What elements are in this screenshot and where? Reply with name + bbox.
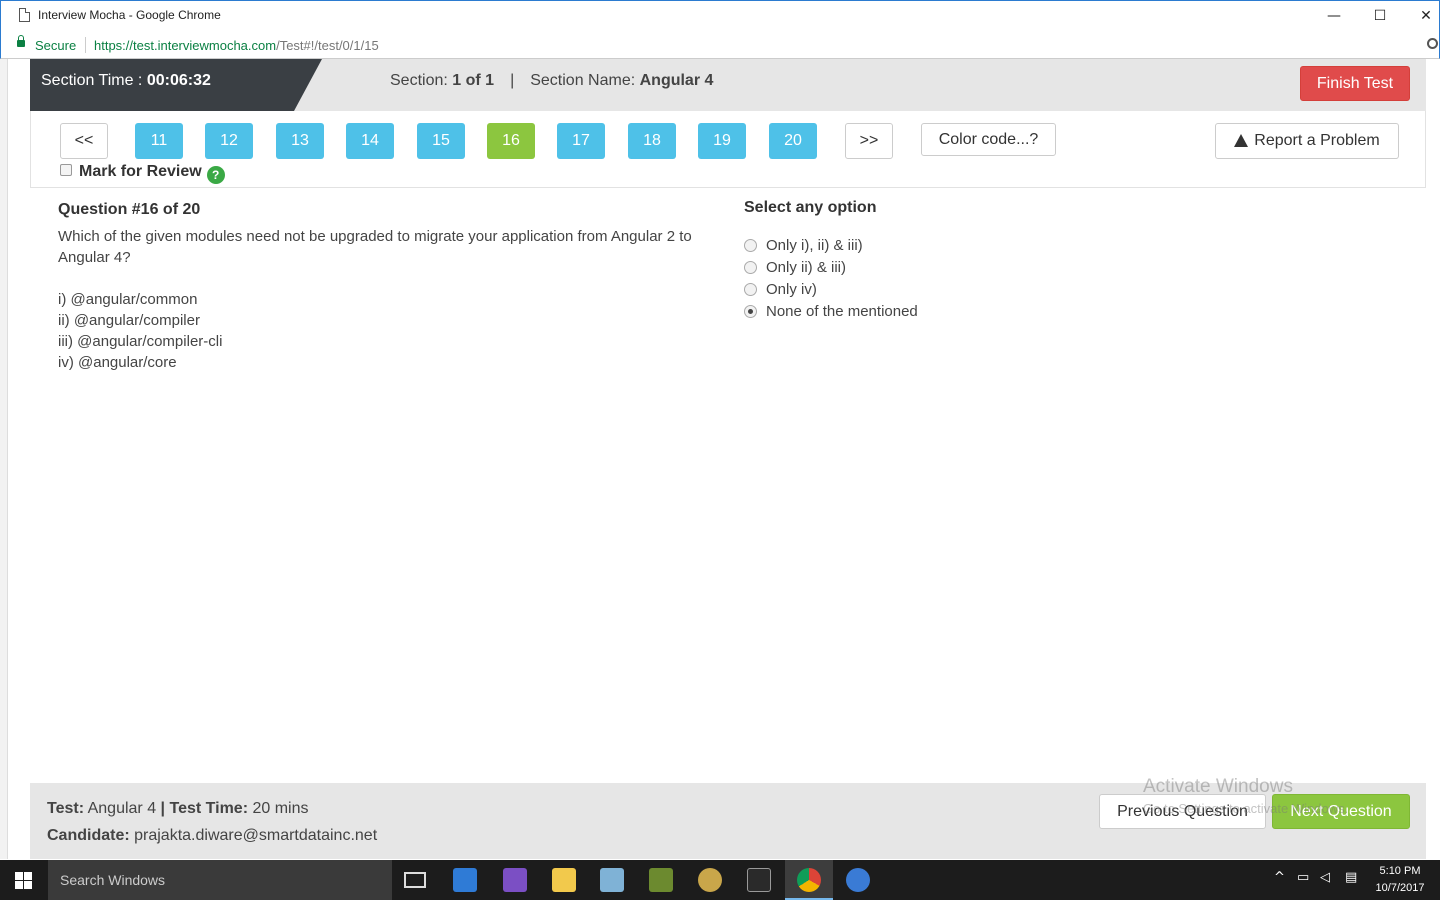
- network-icon[interactable]: ▭: [1297, 870, 1309, 885]
- question-nav-button[interactable]: 14: [346, 123, 394, 159]
- question-item: iii) @angular/compiler-cli: [58, 333, 223, 350]
- section-time-value: 00:06:32: [146, 72, 211, 89]
- help-icon[interactable]: ?: [206, 166, 225, 184]
- minimize-button[interactable]: —: [1319, 5, 1349, 27]
- option-label[interactable]: Only i), ii) & iii): [766, 237, 863, 254]
- file-explorer-icon[interactable]: [552, 868, 576, 892]
- secure-label[interactable]: Secure: [35, 38, 76, 53]
- page-icon: [19, 8, 30, 22]
- question-nav-button[interactable]: 18: [628, 123, 676, 159]
- question-text: Which of the given modules need not be u…: [58, 228, 692, 266]
- section-info: Section: 1 of 1 | Section Name: Angular 4: [390, 72, 713, 90]
- answer-option[interactable]: Only ii) & iii): [744, 256, 1144, 278]
- watermark-subtitle: Go to Settings to activate Windows.: [1143, 801, 1349, 816]
- clock-time: 5:10 PM: [1379, 865, 1421, 877]
- left-strip: [0, 59, 8, 859]
- option-radio-selected[interactable]: [744, 304, 757, 318]
- notepad-icon[interactable]: [600, 868, 624, 892]
- option-label[interactable]: Only ii) & iii): [766, 259, 846, 276]
- option-radio[interactable]: [744, 238, 757, 252]
- question-nav-button[interactable]: 17: [557, 123, 605, 159]
- option-label[interactable]: None of the mentioned: [766, 303, 918, 320]
- lock-icon: [17, 35, 25, 47]
- section-label: Section:: [390, 72, 453, 89]
- visual-studio-icon[interactable]: [503, 868, 527, 892]
- separator: |: [510, 72, 515, 89]
- section-time-label: Section Time :: [41, 72, 147, 89]
- windows-start-icon[interactable]: [15, 872, 32, 889]
- taskbar-search[interactable]: Search Windows: [48, 860, 392, 900]
- url-path: /Test#!/test/0/1/15: [276, 38, 379, 53]
- notifications-icon[interactable]: ▤: [1345, 870, 1357, 885]
- test-label: Test:: [47, 800, 85, 817]
- window-title: Interview Mocha - Google Chrome: [38, 8, 221, 22]
- report-problem-label: Report a Problem: [1254, 132, 1380, 149]
- report-problem-button[interactable]: Report a Problem: [1215, 123, 1399, 170]
- question-item: ii) @angular/compiler: [58, 312, 200, 329]
- activate-windows-watermark: Activate Windows Go to Settings to activ…: [1143, 776, 1348, 820]
- mark-for-review[interactable]: Mark for Review?: [60, 163, 225, 184]
- address-separator: [85, 37, 86, 53]
- option-label[interactable]: Only iv): [766, 281, 817, 298]
- chrome-icon[interactable]: [797, 868, 821, 892]
- tools-icon[interactable]: [649, 868, 673, 892]
- taskbar-search-placeholder[interactable]: Search Windows: [60, 872, 165, 888]
- answer-option[interactable]: Only i), ii) & iii): [744, 234, 1144, 256]
- question-item: iv) @angular/core: [58, 354, 177, 371]
- question-panel: Question #16 of 20 Which of the given mo…: [58, 199, 718, 373]
- answer-option[interactable]: Only iv): [744, 278, 1144, 300]
- maximize-button[interactable]: ☐: [1365, 5, 1395, 27]
- url-host: https://test.interviewmocha.com: [94, 38, 277, 53]
- close-button[interactable]: ✕: [1411, 5, 1440, 27]
- question-nav-button[interactable]: 19: [698, 123, 746, 159]
- footer-info: Test: Angular 4 | Test Time: 20 mins Can…: [47, 795, 377, 849]
- warning-icon: [1234, 134, 1249, 170]
- address-bar[interactable]: Secure https://test.interviewmocha.com/T…: [0, 31, 1440, 59]
- app-icon[interactable]: [846, 868, 870, 892]
- section-name-value: Angular 4: [639, 72, 714, 89]
- url-field[interactable]: https://test.interviewmocha.com/Test#!/t…: [94, 38, 379, 53]
- vscode-icon[interactable]: [453, 868, 477, 892]
- watermark-title: Activate Windows: [1143, 776, 1293, 797]
- paint-icon[interactable]: [698, 868, 722, 892]
- zoom-icon[interactable]: [1427, 38, 1438, 49]
- option-radio[interactable]: [744, 282, 757, 296]
- question-nav-button[interactable]: 13: [276, 123, 324, 159]
- next-page-button[interactable]: >>: [845, 123, 893, 159]
- question-nav-button[interactable]: 15: [417, 123, 465, 159]
- finish-test-button[interactable]: Finish Test: [1300, 66, 1410, 101]
- terminal-icon[interactable]: [747, 868, 771, 892]
- question-nav-button[interactable]: 11: [135, 123, 183, 159]
- browser-titlebar: Interview Mocha - Google Chrome — ☐ ✕: [0, 0, 1440, 31]
- question-nav-button[interactable]: 20: [769, 123, 817, 159]
- question-title: Question #16 of 20: [58, 201, 201, 218]
- question-item: i) @angular/common: [58, 291, 198, 308]
- question-nav: << 11 12 13 14 15 16 17 18 19 20 >> Color code...…: [30, 111, 1426, 188]
- question-nav-button[interactable]: 16: [487, 123, 535, 159]
- windows-taskbar: Search Windows ^ ▭ ◁ ▤ 5:10 PM 10/7/2017: [0, 860, 1440, 900]
- candidate-value: prajakta.diware@smartdatainc.net: [129, 827, 378, 844]
- candidate-label: Candidate:: [47, 827, 130, 844]
- mark-review-label[interactable]: Mark for Review: [79, 163, 202, 180]
- section-name-label: Section Name:: [530, 72, 640, 89]
- color-code-button[interactable]: Color code...?: [921, 123, 1056, 156]
- mark-review-checkbox[interactable]: [60, 164, 72, 176]
- section-value: 1 of 1: [452, 72, 495, 89]
- option-radio[interactable]: [744, 260, 757, 274]
- section-header: Section Time : 00:06:32 Section: 1 of 1 |…: [30, 59, 1426, 111]
- answer-panel: Select any option Only i), ii) & iii) On…: [744, 199, 1144, 322]
- task-view-icon[interactable]: [404, 872, 426, 888]
- answer-title: Select any option: [744, 199, 877, 216]
- test-time-value: 20 mins: [248, 800, 309, 817]
- clock-date: 10/7/2017: [1375, 882, 1425, 894]
- prev-page-button[interactable]: <<: [60, 123, 108, 159]
- taskbar-clock[interactable]: 5:10 PM 10/7/2017: [1370, 863, 1430, 897]
- tray-chevron-icon[interactable]: ^: [1274, 870, 1285, 885]
- volume-icon[interactable]: ◁: [1320, 870, 1330, 885]
- answer-option[interactable]: None of the mentioned: [744, 300, 1144, 322]
- test-time-label: Test Time:: [165, 800, 249, 817]
- test-value: Angular 4: [84, 800, 161, 817]
- section-timer: Section Time : 00:06:32: [30, 59, 322, 111]
- question-nav-button[interactable]: 12: [205, 123, 253, 159]
